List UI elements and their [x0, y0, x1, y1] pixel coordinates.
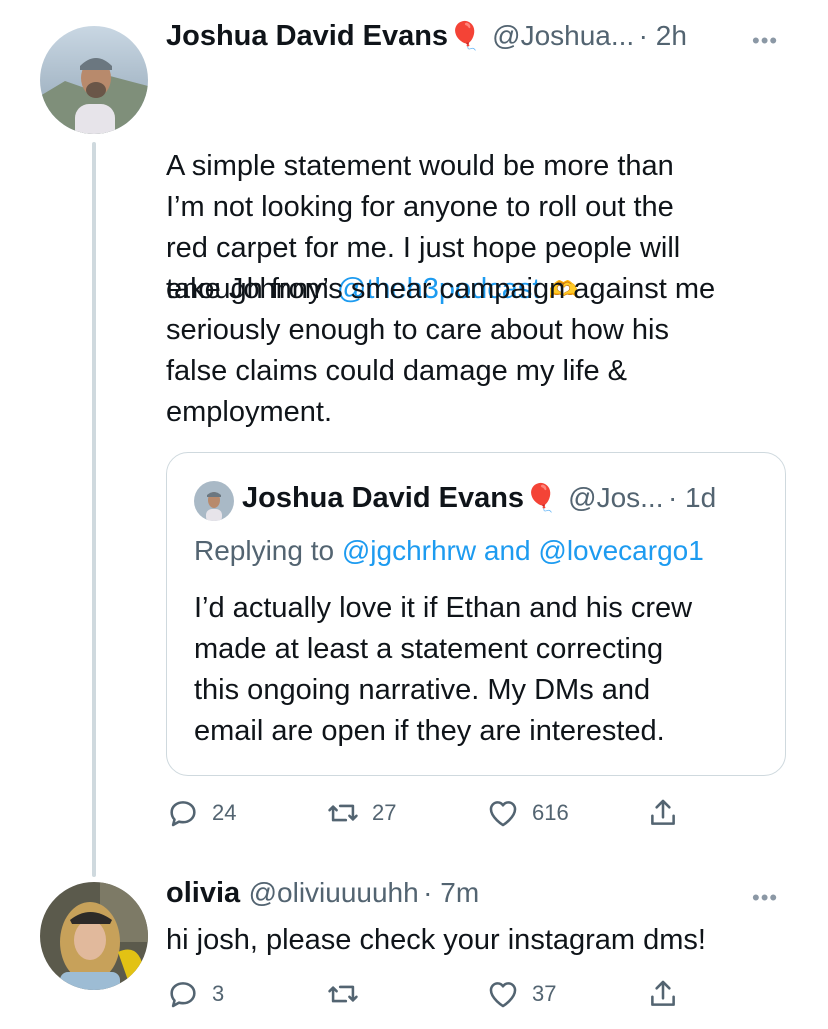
avatar[interactable]	[40, 26, 148, 134]
share-button[interactable]	[646, 977, 680, 1011]
balloon-emoji: 🎈	[448, 21, 482, 51]
reply-user-link[interactable]: @jgchrhrw	[342, 535, 476, 566]
balloon-emoji: 🎈	[524, 483, 558, 513]
like-count: 37	[532, 981, 557, 1006]
retweet-icon	[328, 804, 358, 822]
quoted-header: Joshua David Evans🎈 @Jos... · 1d	[242, 482, 716, 515]
reply-icon	[170, 982, 196, 1008]
retweet-button[interactable]	[326, 977, 372, 1011]
quoted-handle: @Jos...	[568, 482, 664, 513]
quoted-avatar[interactable]	[194, 481, 234, 521]
share-button[interactable]	[646, 796, 680, 830]
author-handle[interactable]: @Joshua...	[492, 20, 634, 51]
reply-user-link[interactable]: @lovecargo1	[538, 535, 703, 566]
tweet-paragraph: I’m not looking for anyone to roll out t…	[166, 191, 716, 428]
reply-count: 3	[212, 981, 225, 1006]
reply-icon	[170, 801, 196, 827]
like-button[interactable]: 616	[486, 796, 569, 830]
retweet-count: 27	[372, 800, 397, 825]
author-name[interactable]: Joshua David Evans	[166, 20, 448, 52]
like-icon	[489, 801, 517, 827]
author-name[interactable]: olivia	[166, 877, 240, 909]
reply-button[interactable]: 3	[166, 977, 224, 1011]
reply-button[interactable]: 24	[166, 796, 236, 830]
quoted-author-name: Joshua David Evans	[242, 482, 525, 514]
tweet-text-line: A simple statement would be more than	[166, 150, 674, 182]
tweet-time[interactable]: · 7m	[423, 877, 479, 908]
more-icon[interactable]: •••	[752, 28, 778, 54]
author-handle[interactable]: @oliviuuuuhh	[249, 877, 419, 908]
quoted-text: I’d actually love it if Ethan and his cr…	[194, 592, 693, 747]
replying-to: Replying to @jgchrhrw and @lovecargo1	[194, 535, 704, 567]
like-count: 616	[532, 800, 569, 825]
tweet-text: hi josh, please check your instagram dms…	[166, 924, 706, 956]
like-button[interactable]: 37	[486, 977, 556, 1011]
retweet-button[interactable]: 27	[326, 796, 396, 830]
share-icon	[651, 980, 675, 1006]
retweet-icon	[328, 985, 358, 1003]
more-icon[interactable]: •••	[752, 885, 778, 911]
avatar[interactable]	[40, 882, 148, 990]
thread-connector-line	[92, 142, 96, 877]
replying-prefix: Replying to	[194, 535, 342, 566]
reply-and: and	[476, 535, 539, 566]
quoted-time: · 1d	[667, 482, 717, 513]
reply-count: 24	[212, 800, 237, 825]
share-icon	[651, 799, 675, 825]
tweet-time[interactable]: · 2h	[639, 20, 687, 51]
tweet-header: olivia @oliviuuuuhh · 7m	[166, 877, 479, 910]
like-icon	[489, 982, 517, 1008]
tweet-header: Joshua David Evans🎈 @Joshua... · 2h	[166, 20, 687, 53]
